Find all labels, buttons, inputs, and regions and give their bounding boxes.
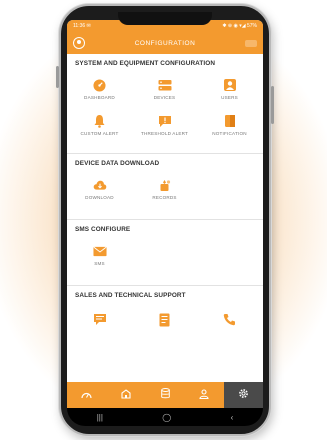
tile-phone[interactable] — [197, 303, 262, 339]
tile-label: SMS — [94, 261, 105, 266]
cloud-download-icon — [93, 178, 107, 192]
system-grid: DASHBOARD DEVICES USERS CUSTOM ALERT THR… — [67, 67, 263, 143]
page-title: CONFIGURATION — [134, 39, 196, 47]
volume-button — [271, 86, 274, 124]
nav-settings[interactable] — [223, 382, 263, 408]
nav-database[interactable] — [145, 382, 184, 408]
home-icon — [121, 386, 131, 404]
tile-label: NOTIFICATION — [212, 131, 247, 136]
mail-icon — [92, 244, 107, 258]
app-screen: 11:36 ✉ ✱ ⊕ ◉ ▾◢ 57% CONFIGURATION SYSTE… — [67, 20, 263, 408]
dashboard-icon — [93, 78, 107, 92]
tile-users[interactable]: USERS — [197, 71, 262, 107]
settings-icon — [238, 386, 249, 404]
tile-download[interactable]: DOWNLOAD — [67, 171, 132, 207]
phone-icon — [223, 313, 237, 327]
tile-label: DEVICES — [153, 95, 176, 100]
status-right: ✱ ⊕ ◉ ▾◢ 57% — [222, 23, 257, 29]
bell-icon — [93, 114, 107, 128]
tile-label: THRESHOLD ALERT — [140, 131, 189, 136]
back-icon[interactable]: ‹ — [231, 413, 234, 422]
section-title-system: SYSTEM AND EQUIPMENT CONFIGURATION — [75, 60, 216, 67]
power-button — [56, 66, 59, 88]
section-title-sms: SMS CONFIGURE — [75, 226, 131, 233]
document-icon — [158, 313, 172, 327]
tile-sms[interactable]: SMS — [67, 237, 132, 273]
status-left: 11:36 ✉ — [73, 23, 91, 29]
tile-label: RECORDS — [152, 195, 177, 200]
tile-label: DOWNLOAD — [85, 195, 114, 200]
tile-custom-alert[interactable]: CUSTOM ALERT — [67, 107, 132, 143]
records-icon — [158, 178, 172, 192]
system-navigation-bar: ||| ◯ ‹ — [67, 408, 263, 426]
recent-apps-icon[interactable]: ||| — [97, 413, 103, 422]
users-icon — [223, 78, 237, 92]
section-title-download: DEVICE DATA DOWNLOAD — [75, 160, 160, 167]
sms-grid: SMS — [67, 233, 263, 273]
tile-devices[interactable]: DEVICES — [132, 71, 197, 107]
download-grid: DOWNLOAD RECORDS — [67, 167, 263, 207]
menu-badge-icon[interactable] — [245, 39, 257, 47]
gauge-icon — [81, 386, 92, 404]
nav-user[interactable] — [185, 382, 224, 408]
bottom-navigation — [67, 382, 263, 408]
database-icon — [160, 386, 170, 404]
tile-document[interactable] — [132, 303, 197, 339]
tile-label: CUSTOM ALERT — [80, 131, 119, 136]
profile-icon[interactable] — [73, 37, 85, 49]
notification-icon — [223, 114, 237, 128]
user-icon — [199, 386, 209, 404]
support-grid — [67, 299, 263, 339]
tile-label: DASHBOARD — [84, 95, 115, 100]
section-title-support: SALES AND TECHNICAL SUPPORT — [75, 292, 186, 299]
tile-notification[interactable]: NOTIFICATION — [197, 107, 262, 143]
tile-dashboard[interactable]: DASHBOARD — [67, 71, 132, 107]
alert-icon — [158, 114, 172, 128]
phone-notch — [118, 12, 212, 25]
tile-records[interactable]: RECORDS — [132, 171, 197, 207]
nav-home[interactable] — [106, 382, 145, 408]
nav-gauge[interactable] — [67, 382, 106, 408]
chat-icon — [93, 313, 107, 327]
tile-chat[interactable] — [67, 303, 132, 339]
app-bar: CONFIGURATION — [67, 32, 263, 54]
home-button-icon[interactable]: ◯ — [162, 413, 171, 422]
devices-icon — [158, 78, 172, 92]
tile-label: USERS — [221, 95, 238, 100]
tile-threshold-alert[interactable]: THRESHOLD ALERT — [132, 107, 197, 143]
